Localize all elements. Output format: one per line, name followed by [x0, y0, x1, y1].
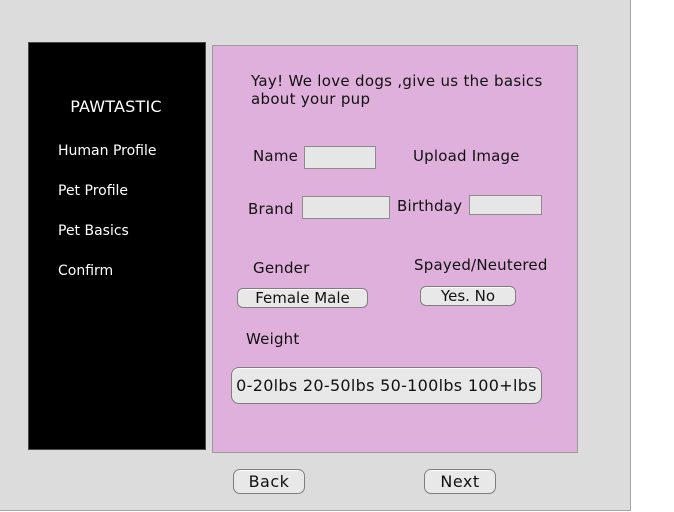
sidebar-item-human-profile[interactable]: Human Profile: [58, 143, 156, 159]
brand-title: PAWTASTIC: [70, 97, 162, 116]
gender-selector[interactable]: Female Male: [237, 288, 368, 308]
birthday-field[interactable]: [469, 195, 542, 215]
back-button[interactable]: Back: [233, 469, 305, 494]
intro-text: Yay! We love dogs ,give us the basics ab…: [251, 72, 561, 108]
upload-image-button[interactable]: Upload Image: [413, 147, 520, 165]
gender-label: Gender: [253, 259, 310, 277]
spayed-neutered-label: Spayed/Neutered: [414, 256, 548, 274]
spayed-neutered-selector[interactable]: Yes. No: [420, 286, 516, 306]
app-window: PAWTASTIC Human Profile Pet Profile Pet …: [0, 0, 631, 511]
sidebar-item-pet-basics[interactable]: Pet Basics: [58, 223, 129, 239]
intro-line-1: Yay! We love dogs ,give us the basics: [251, 72, 543, 90]
weight-selector[interactable]: 0-20lbs 20-50lbs 50-100lbs 100+lbs: [231, 367, 542, 404]
pet-basics-panel: Yay! We love dogs ,give us the basics ab…: [212, 45, 578, 453]
sidebar-item-confirm[interactable]: Confirm: [58, 263, 113, 279]
next-button[interactable]: Next: [424, 469, 496, 494]
name-field[interactable]: [304, 146, 376, 169]
sidebar-item-pet-profile[interactable]: Pet Profile: [58, 183, 128, 199]
brand-label: Brand: [248, 200, 294, 218]
weight-label: Weight: [246, 330, 300, 348]
sidebar: PAWTASTIC Human Profile Pet Profile Pet …: [28, 42, 206, 450]
birthday-label: Birthday: [397, 197, 463, 215]
intro-line-2: about your pup: [251, 90, 371, 108]
brand-field[interactable]: [302, 196, 390, 219]
name-label: Name: [253, 147, 299, 165]
